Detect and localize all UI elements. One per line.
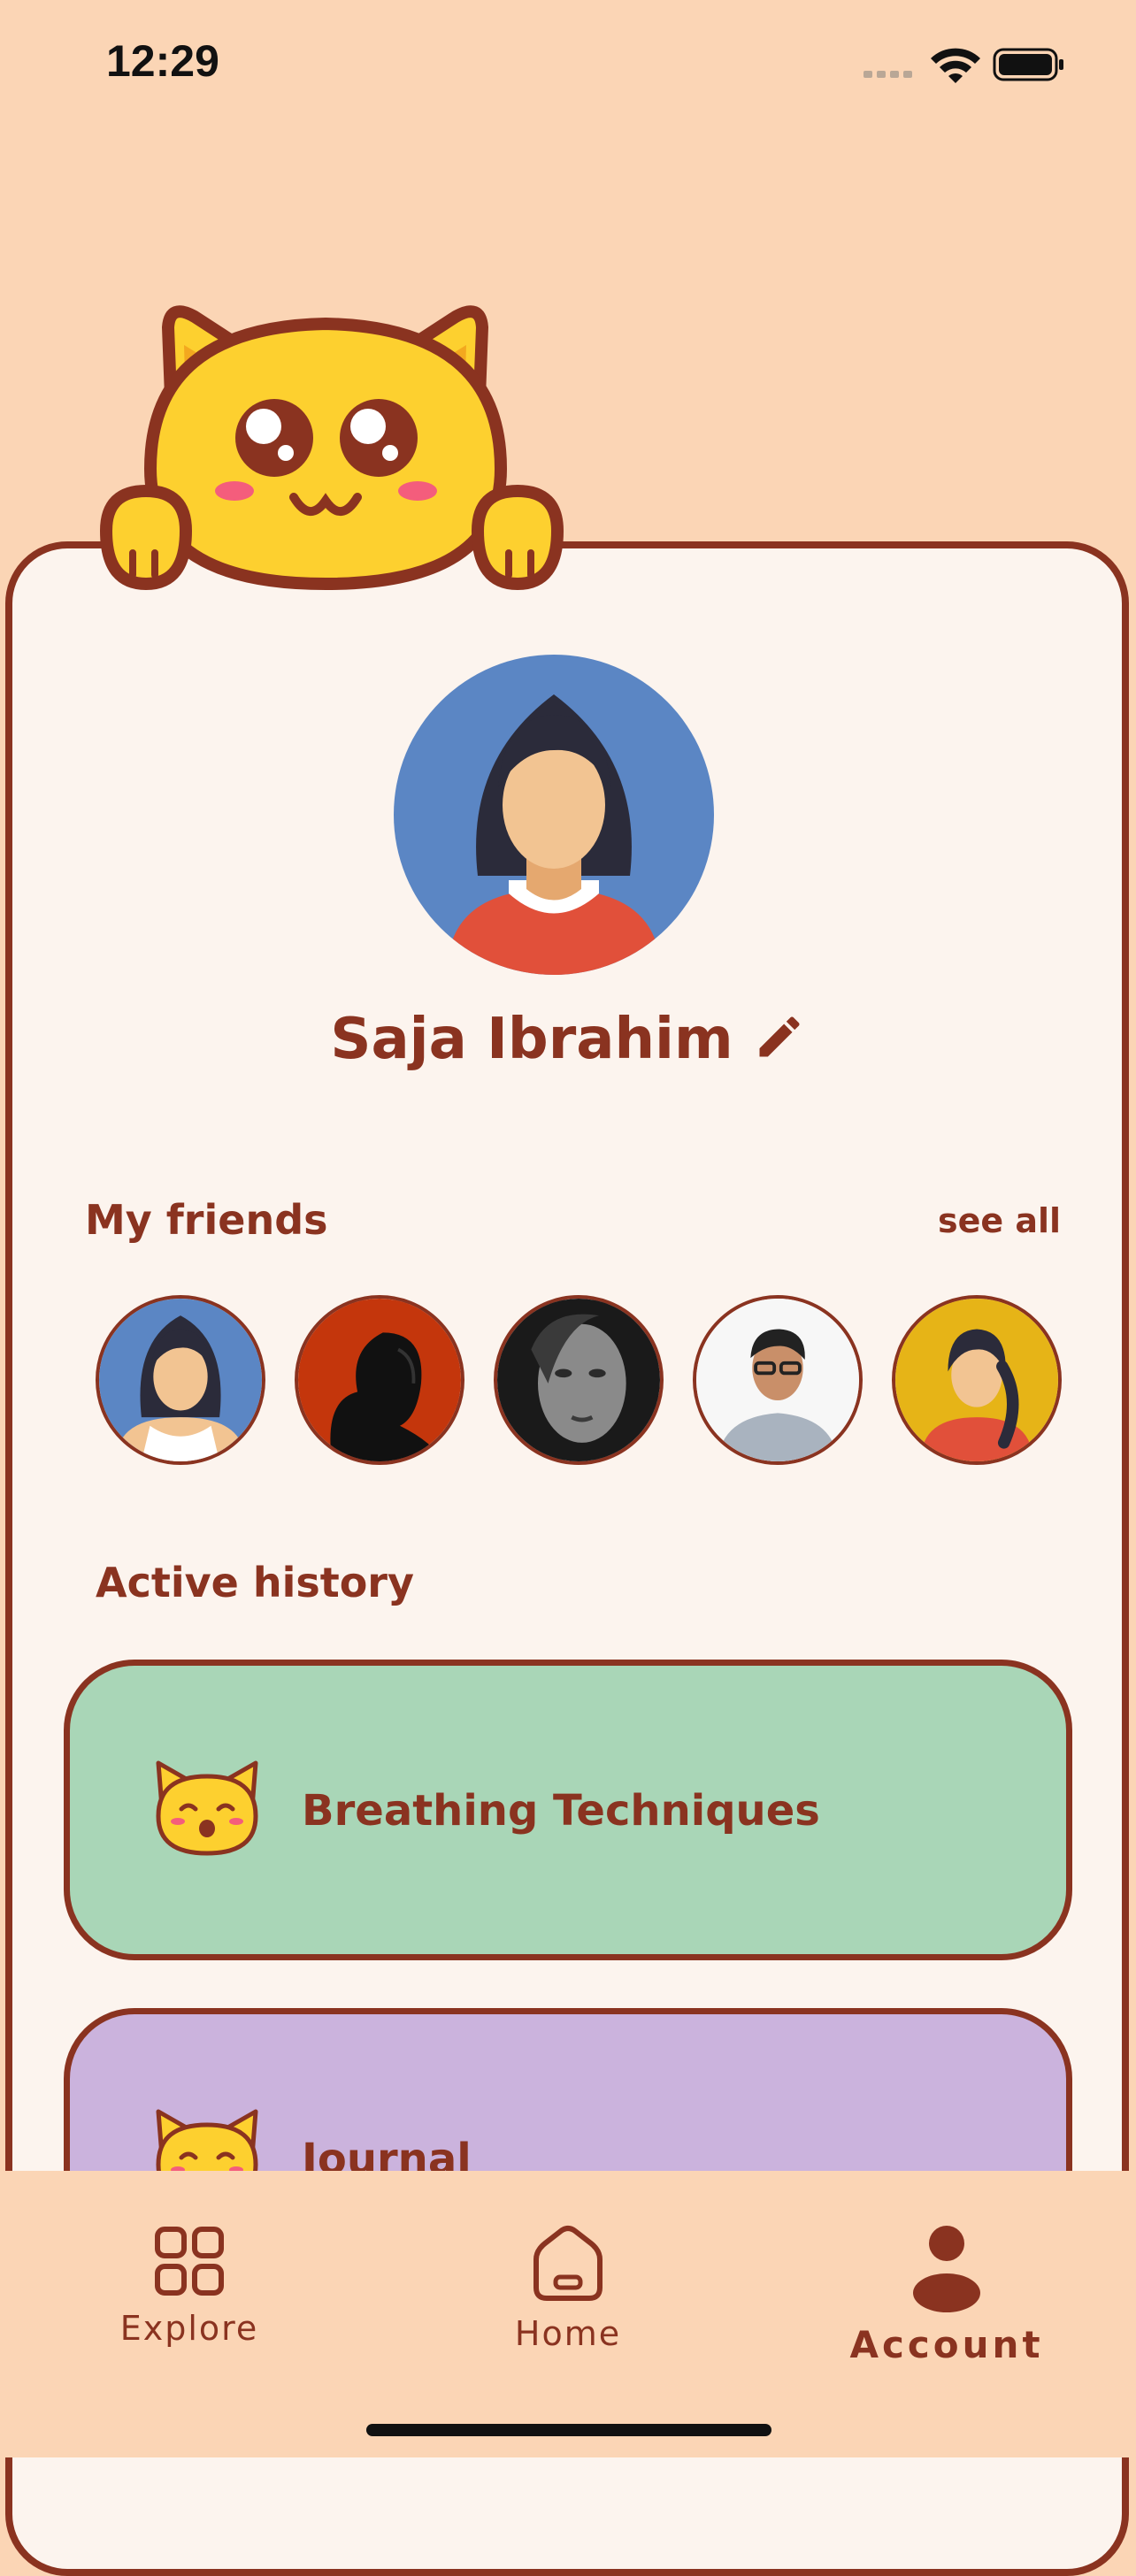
wifi-icon: [931, 48, 980, 83]
history-title: Active history: [96, 1559, 414, 1606]
pencil-icon[interactable]: [753, 1010, 806, 1063]
cat-face-icon: [156, 1760, 258, 1856]
tab-bar: Explore Home Account: [0, 2171, 1136, 2457]
profile-name: Saja Ibrahim: [330, 1007, 733, 1072]
grid-icon: [155, 2227, 224, 2296]
status-icons: [862, 42, 1065, 90]
friend-avatar[interactable]: [892, 1295, 1062, 1465]
signal-icon: [864, 71, 912, 78]
friend-avatar[interactable]: [494, 1295, 664, 1465]
tab-home[interactable]: Home: [435, 2224, 701, 2353]
history-label: Breathing Techniques: [302, 1786, 820, 1836]
tab-account[interactable]: Account: [814, 2224, 1079, 2366]
tab-label: Home: [514, 2314, 622, 2353]
status-time: 12:29: [106, 36, 219, 86]
friend-avatar[interactable]: [295, 1295, 464, 1465]
friend-avatar[interactable]: [693, 1295, 863, 1465]
status-bar: 12:29: [0, 0, 1136, 124]
tab-explore[interactable]: Explore: [57, 2224, 322, 2348]
home-icon: [533, 2226, 603, 2301]
home-indicator[interactable]: [366, 2424, 771, 2436]
history-card-breathing[interactable]: Breathing Techniques: [64, 1660, 1072, 1960]
friend-avatar[interactable]: [96, 1295, 265, 1465]
tab-label: Account: [849, 2323, 1044, 2366]
friends-title: My friends: [85, 1196, 328, 1244]
person-icon: [913, 2226, 980, 2312]
cat-mascot-icon: [99, 305, 564, 591]
profile-avatar[interactable]: [394, 655, 714, 975]
see-all-link[interactable]: see all: [938, 1201, 1061, 1240]
battery-icon: [993, 48, 1063, 81]
tab-label: Explore: [119, 2309, 259, 2348]
profile-name-row: Saja Ibrahim: [0, 1007, 1136, 1072]
